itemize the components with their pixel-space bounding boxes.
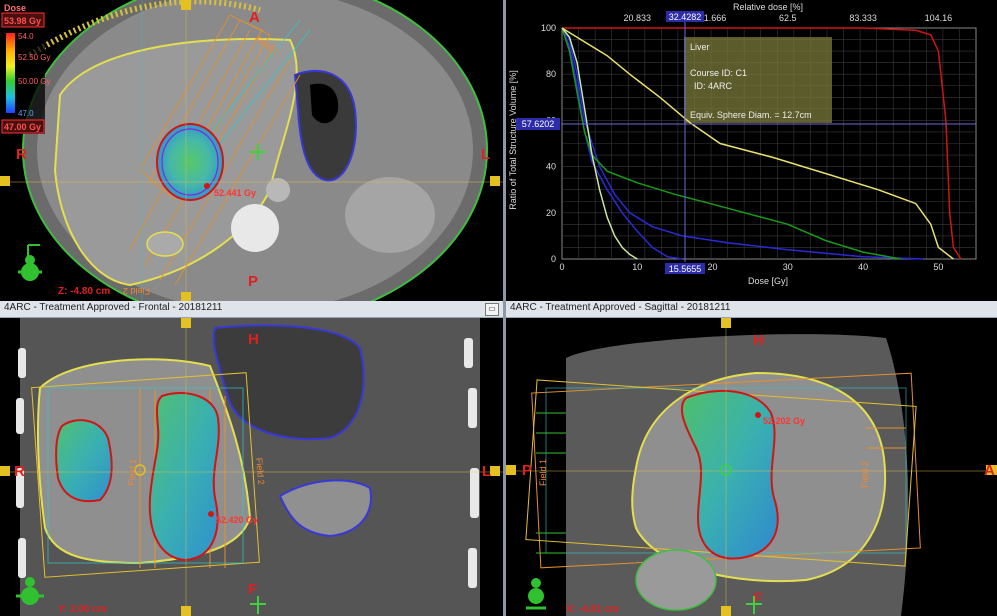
marker-left xyxy=(0,176,10,186)
dvh-y-tick-label: 80 xyxy=(546,69,556,79)
marker-bottom xyxy=(181,606,191,616)
dvh-x-tick-label: 10 xyxy=(632,262,642,272)
orient-p: P xyxy=(522,462,532,479)
dvh-tooltip-line3: ID: 4ARC xyxy=(694,81,733,91)
dose-legend-max: 53.98 Gy xyxy=(4,16,41,26)
dose-point-label: 52.420 Gy xyxy=(216,515,258,525)
dvh-tooltip: Liver Course ID: C1 ID: 4ARC Equiv. Sphe… xyxy=(684,37,832,123)
dvh-top-axis-title: Relative dose [%] xyxy=(733,2,803,12)
dvh-x-tick-label: 20 xyxy=(708,262,718,272)
dvh-y-tick-label: 40 xyxy=(546,162,556,172)
dvh-cursor-bottom-value: 15.5655 xyxy=(669,264,702,274)
dvh-top-tick-label: 83.333 xyxy=(849,13,877,23)
dvh-top-tick-label: 62.5 xyxy=(779,13,797,23)
orient-a: A xyxy=(249,9,260,26)
dose-legend-v2: 52.50 Gy xyxy=(18,53,50,62)
vertebra xyxy=(231,204,279,252)
marker-bottom xyxy=(721,606,731,616)
dvh-cursor-top-value: 32.4282 xyxy=(669,12,702,22)
dvh-tooltip-line1: Liver xyxy=(690,42,710,52)
aorta xyxy=(266,178,290,202)
field-label-2: Field 2 xyxy=(123,286,150,296)
orient-f: F xyxy=(248,581,257,598)
slice-coordinate: X: -4.81 cm xyxy=(566,604,619,615)
patient-orientation-icon[interactable] xyxy=(18,244,42,281)
kidney xyxy=(345,177,435,253)
marker-left xyxy=(506,465,516,475)
dose-point-marker xyxy=(755,412,761,418)
dvh-x-tick-label: 0 xyxy=(559,262,564,272)
dose-legend[interactable]: Dose 53.98 Gy 54.0 52.50 Gy 50.00 Gy 47.… xyxy=(1,2,50,134)
dvh-tooltip-line4: Equiv. Sphere Diam. = 12.7cm xyxy=(690,110,812,120)
frontal-view-title: 4ARC - Treatment Approved - Frontal - 20… xyxy=(4,302,223,313)
dvh-top-tick-label: 104.16 xyxy=(925,13,953,23)
marker-right xyxy=(490,466,500,476)
dvh-tooltip-line2: Course ID: C1 xyxy=(690,68,747,78)
orient-a: A xyxy=(984,462,995,479)
restore-window-icon[interactable]: ▭ xyxy=(485,303,499,316)
orient-h: H xyxy=(753,332,764,349)
dvh-y-tick-label: 0 xyxy=(551,254,556,264)
dose-legend-v4: 47.0 xyxy=(18,109,34,118)
frontal-view[interactable]: 52.420 Gy Field 1 Field 2 H F R L Y: 2.0… xyxy=(0,318,503,616)
dvh-x-ticks: 0 10 20 30 40 50 xyxy=(559,262,943,272)
sagittal-view-header[interactable]: 4ARC - Treatment Approved - Sagittal - 2… xyxy=(506,301,997,318)
kidney xyxy=(635,549,717,611)
marker-bottom xyxy=(181,292,191,301)
dvh-y-tick-label: 100 xyxy=(541,23,556,33)
slice-coordinate: Z: -4.80 cm xyxy=(58,286,110,297)
dvh-x-tick-label: 50 xyxy=(933,262,943,272)
orient-r: R xyxy=(14,463,25,480)
gallbladder xyxy=(146,231,184,257)
dose-point-marker xyxy=(204,183,210,189)
ptv-contour-right xyxy=(148,392,220,562)
dose-legend-colorbar xyxy=(6,33,15,113)
orient-l: L xyxy=(481,146,490,163)
dose-legend-v1: 54.0 xyxy=(18,32,34,41)
orient-l: L xyxy=(482,463,491,480)
orient-p: P xyxy=(248,273,258,290)
orient-r: R xyxy=(16,146,27,163)
dvh-y-tick-label: 20 xyxy=(546,208,556,218)
dvh-chart[interactable]: Relative dose [%] 20.833 41.666 62.5 83.333… xyxy=(506,0,997,301)
field-label-2: Field 2 xyxy=(860,461,870,488)
dose-legend-v3: 50.00 Gy xyxy=(18,77,50,86)
dose-point-label: 52.202 Gy xyxy=(763,416,805,426)
dose-point-marker xyxy=(208,511,214,517)
dvh-y-ticks: 100806040200 xyxy=(541,23,556,264)
sagittal-view-title: 4ARC - Treatment Approved - Sagittal - 2… xyxy=(510,302,731,313)
marker-top xyxy=(181,318,191,328)
dose-legend-min: 47.00 Gy xyxy=(4,122,41,132)
dose-legend-title: Dose xyxy=(4,3,26,13)
orient-h: H xyxy=(248,331,259,348)
ptv-contour-left xyxy=(55,419,113,503)
field-label-1: Field 1 xyxy=(538,459,548,486)
dvh-x-tick-label: 40 xyxy=(858,262,868,272)
dvh-top-tick-label: 20.833 xyxy=(624,13,652,23)
axial-view[interactable]: 52.441 Gy A P R L Field 1 Field 2 Z: -4.… xyxy=(0,0,503,301)
marker-left xyxy=(0,466,10,476)
dose-point-label: 52.441 Gy xyxy=(214,188,256,198)
frontal-view-header[interactable]: 4ARC - Treatment Approved - Frontal - 20… xyxy=(0,301,503,318)
marker-right xyxy=(490,176,500,186)
dvh-cursor-left-value: 57.6202 xyxy=(522,119,555,129)
dvh-ylabel: Ratio of Total Structure Volume [%] xyxy=(508,70,518,209)
sagittal-view[interactable]: 52.202 Gy Field 1 Field 2 H F P A X: -4.… xyxy=(506,318,997,616)
marker-top xyxy=(181,0,191,10)
marker-top xyxy=(721,318,731,328)
slice-coordinate: Y: 2.00 cm xyxy=(58,604,107,615)
dvh-x-tick-label: 30 xyxy=(783,262,793,272)
dvh-xlabel: Dose [Gy] xyxy=(748,276,788,286)
